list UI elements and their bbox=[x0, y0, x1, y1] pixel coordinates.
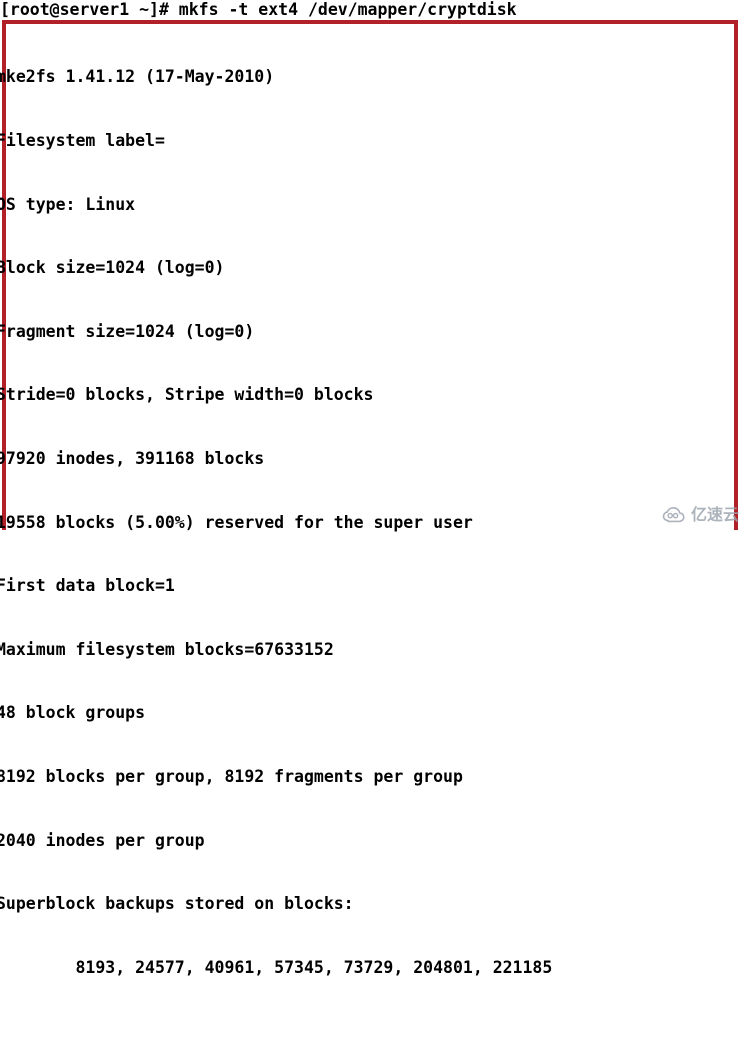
output-line: mke2fs 1.41.12 (17-May-2010) bbox=[0, 67, 275, 87]
terminal-window[interactable]: [root@server1 ~]# mkfs -t ext4 /dev/mapp… bbox=[0, 0, 745, 977]
output-line: First data block=1 bbox=[0, 576, 175, 596]
output-line: Stride=0 blocks, Stripe width=0 blocks bbox=[0, 385, 374, 405]
output-line: 97920 inodes, 391168 blocks bbox=[0, 448, 265, 468]
command-prompt-line: [root@server1 ~]# mkfs -t ext4 /dev/mapp… bbox=[0, 0, 517, 19]
output-line: Superblock backups stored on blocks: bbox=[0, 894, 354, 914]
output-line: 19558 blocks (5.00%) reserved for the su… bbox=[0, 512, 473, 532]
output-line-blank bbox=[0, 1020, 745, 1041]
output-line: 48 block groups bbox=[0, 703, 146, 723]
output-line: Filesystem label= bbox=[0, 131, 165, 150]
output-line: Maximum filesystem blocks=67633152 bbox=[0, 639, 334, 659]
output-line: Block size=1024 (log=0) bbox=[0, 258, 225, 278]
output-line: 8192 blocks per group, 8192 fragments pe… bbox=[0, 766, 463, 786]
output-line: Fragment size=1024 (log=0) bbox=[0, 321, 255, 341]
mkfs-output: mke2fs 1.41.12 (17-May-2010) Filesystem … bbox=[0, 24, 745, 1056]
output-line-superblock-backups: 8193, 24577, 40961, 57345, 73729, 204801… bbox=[0, 957, 553, 977]
output-line: OS type: Linux bbox=[0, 194, 136, 214]
output-line: 2040 inodes per group bbox=[0, 830, 205, 850]
